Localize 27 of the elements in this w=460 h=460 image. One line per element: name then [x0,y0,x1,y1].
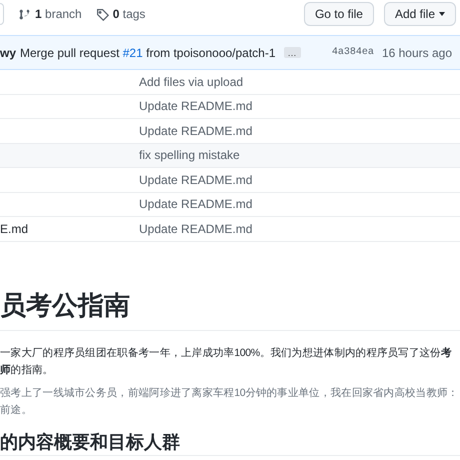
paragraph-line: 前途。 [0,402,33,418]
commit-message-link[interactable]: fix spelling mistake [139,148,240,162]
readme-heading: 员考公指南 [0,288,460,330]
commit-hash[interactable]: 4a384ea [332,47,374,58]
commit-message-link[interactable]: Update README.md [139,99,252,114]
branch-count-link[interactable]: 1 branch [18,7,82,21]
commit-author[interactable]: wy [0,46,16,60]
section-heading: 的内容概要和目标人群 [0,430,460,456]
paragraph-line: 强考上了一线城市公务员，前端阿珍进了离家车程10分钟的事业单位，我在回家省内高校当教师： [0,386,460,400]
add-file-button[interactable]: Add file [384,2,456,26]
paragraph-line: 师的指南。 [0,362,54,378]
commit-time: 16 hours ago [382,46,452,60]
commit-message-link[interactable]: Update README.md [139,124,252,138]
tag-icon [96,8,109,20]
paragraph-line: 一家大厂的程序员组团在职备考一年，上岸成功率100%。我们为想进体制内的程序员写了这份考 [0,346,452,360]
commit-message-link[interactable]: Update README.md [139,197,252,212]
expand-button[interactable]: … [284,47,301,58]
branch-icon [18,8,31,20]
commit-message-link[interactable]: Update README.md [139,222,252,236]
pull-request-link[interactable]: #21 [122,46,143,60]
tag-count-link[interactable]: 0 tags [96,7,146,21]
commit-message-link[interactable]: Add files via upload [139,74,244,89]
commit-message[interactable]: Merge pull request #21 from tpoisonooo/patch-1 [20,46,276,60]
go-to-file-button[interactable]: Go to file [304,2,374,26]
file-name-link[interactable]: E.md [0,222,28,236]
commit-message-link[interactable]: Update README.md [139,172,252,187]
caret-icon [439,12,445,16]
